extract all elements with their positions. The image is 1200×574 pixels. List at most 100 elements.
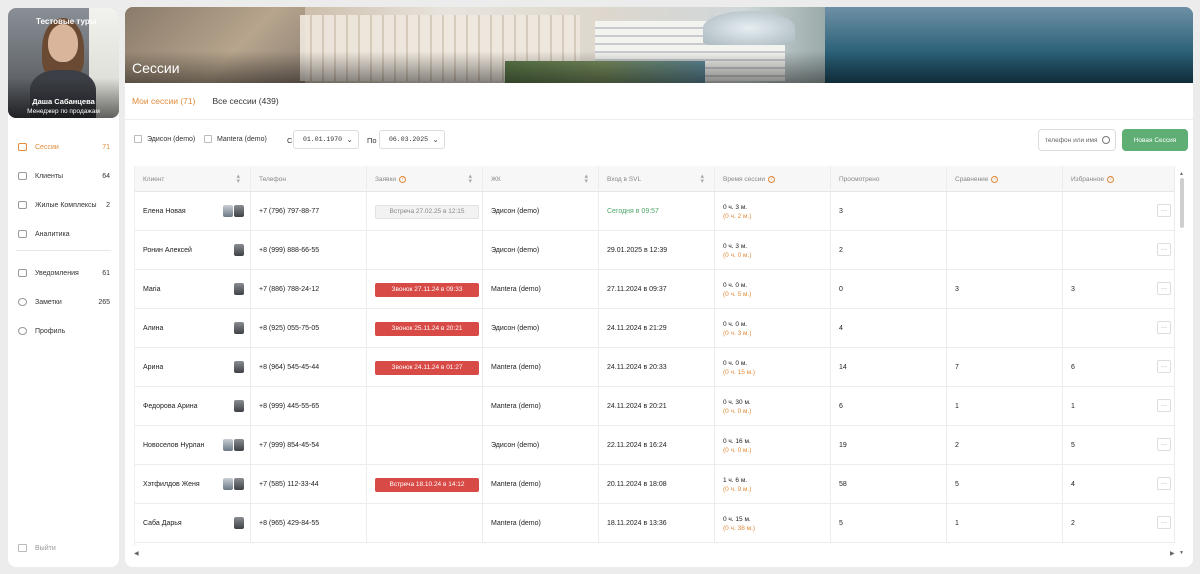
column-header[interactable]: Клиент ▴ ▾ (135, 166, 251, 192)
new-session-button[interactable]: Новая Сессия (1122, 129, 1188, 151)
filter-mantera-checkbox[interactable]: Mantera (demo) (204, 135, 267, 143)
viewed-value: 14 (839, 364, 847, 371)
horizontal-scrollbar[interactable]: ◀ ▶ (134, 550, 1176, 558)
avatar (234, 361, 244, 373)
sort-icon[interactable]: ▴ ▾ (700, 173, 704, 185)
client-cell: Алина (135, 309, 251, 348)
session-time-extra: (0 ч. 3 м.) (723, 329, 752, 337)
row-more-button[interactable]: ··· (1157, 516, 1171, 529)
column-header[interactable]: Время сессии? (715, 166, 831, 192)
user-name: Даша Сабанцева (32, 97, 95, 106)
request-badge[interactable]: Встреча 27.02.25 в 12:15 (375, 204, 479, 219)
column-header[interactable]: ЖК ▴ ▾ (483, 166, 599, 192)
table-row[interactable]: Алина +8 (925) 055-75-05 Звонок 25.11.24 в… (135, 309, 1175, 348)
phone-cell: +7 (886) 788-24-12 (251, 270, 367, 309)
session-time: 0 ч. 16 м. (723, 437, 751, 445)
table-row[interactable]: Ронин Алексей +8 (999) 888-66-55 Эдисон (d… (135, 231, 1175, 270)
complex-value: Mantera (demo) (491, 481, 541, 488)
search-input[interactable]: телефон или имя (1038, 129, 1116, 151)
request-badge[interactable]: Звонок 24.11.24 в 01:27 (375, 360, 479, 375)
compare-value: 7 (955, 364, 959, 371)
favorites-value: 1 (1071, 403, 1075, 410)
row-more-button[interactable]: ··· (1157, 477, 1171, 490)
row-more-button[interactable]: ··· (1157, 438, 1171, 451)
table-row[interactable]: Хэтфилдов Женя +7 (585) 112-33-44 Встреча … (135, 465, 1175, 504)
profile-card[interactable]: Тестовые туры Даша Сабанцева Менеджер по… (8, 8, 119, 118)
column-header[interactable]: Заявки? ▴ ▾ (367, 166, 483, 192)
table-row[interactable]: Елена Новая +7 (796) 797-88-77 Встреча 27.… (135, 192, 1175, 231)
sidebar-item-5[interactable]: Заметки 265 (18, 295, 110, 309)
table-row[interactable]: Новоселов Нурлан +7 (999) 854-45-54 Эдисон… (135, 426, 1175, 465)
table-row[interactable]: Саба Дарья +8 (965) 429-84-55 Mantera (dem… (135, 504, 1175, 543)
date-from-input[interactable]: 01.01.1970 ⌄ (293, 130, 359, 149)
sidebar-item-1[interactable]: Клиенты 64 (18, 169, 110, 183)
scroll-left-icon[interactable]: ◀ (134, 550, 139, 557)
complex-cell: Эдисон (demo) (483, 192, 599, 231)
column-header[interactable]: Вход в SVL ▴ ▾ (599, 166, 715, 192)
sidebar-item-3[interactable]: Аналитика (18, 227, 110, 241)
filter-edison-checkbox[interactable]: Эдисон (demo) (134, 135, 195, 143)
client-cell: Новоселов Нурлан (135, 426, 251, 465)
column-header[interactable]: Телефон (251, 166, 367, 192)
table-header: Клиент ▴ ▾ Телефон Заявки? ▴ ▾ ЖК ▴ ▾ Вход в SVL ▴ ▾… (135, 166, 1175, 192)
vertical-scrollbar[interactable]: ▲ ▼ (1179, 171, 1185, 556)
info-icon[interactable]: ? (1106, 175, 1114, 183)
complex-cell: Mantera (demo) (483, 465, 599, 504)
avatar (234, 517, 244, 529)
page-title: Сессии (132, 60, 180, 76)
sort-icon[interactable]: ▴ ▾ (468, 173, 472, 185)
avatar (234, 322, 244, 334)
session-time-cell: 0 ч. 0 м. (0 ч. 15 м.) (715, 348, 831, 387)
phone-value: +7 (796) 797-88-77 (259, 208, 320, 215)
request-badge[interactable]: Звонок 27.11.24 в 09:33 (375, 282, 479, 297)
sidebar-item-6[interactable]: Профиль (18, 324, 110, 338)
session-time-cell: 0 ч. 15 м. (0 ч. 38 м.) (715, 504, 831, 543)
plus-circle-icon (18, 298, 27, 306)
row-more-button[interactable]: ··· (1157, 360, 1171, 373)
enter-cell: 20.11.2024 в 18:08 (599, 465, 715, 504)
table-row[interactable]: Maria +7 (886) 788-24-12 Звонок 27.11.24 в… (135, 270, 1175, 309)
column-header[interactable]: Просмотрено (831, 166, 947, 192)
row-more-button[interactable]: ··· (1157, 399, 1171, 412)
session-time-cell: 0 ч. 30 м. (0 ч. 0 м.) (715, 387, 831, 426)
date-to-input[interactable]: 06.03.2025 ⌄ (379, 130, 445, 149)
row-more-button[interactable]: ··· (1157, 204, 1171, 217)
favorites-value: 2 (1071, 520, 1075, 527)
enter-value: 24.11.2024 в 21:29 (607, 325, 667, 332)
table-row[interactable]: Федорова Арина +8 (999) 445-55-65 Mantera … (135, 387, 1175, 426)
tab-all-sessions[interactable]: Все сессии (439) (212, 96, 278, 106)
favorites-value: 4 (1071, 481, 1075, 488)
sidebar-item-0[interactable]: Сессии 71 (18, 140, 110, 154)
row-more-button[interactable]: ··· (1157, 243, 1171, 256)
request-cell: Встреча 27.02.25 в 12:15 (367, 192, 483, 231)
session-time-cell: 0 ч. 0 м. (0 ч. 5 м.) (715, 270, 831, 309)
info-icon[interactable]: ? (768, 175, 775, 183)
request-cell: Звонок 27.11.24 в 09:33 (367, 270, 483, 309)
complex-value: Эдисон (demo) (491, 442, 540, 449)
sort-icon[interactable]: ▴ ▾ (236, 173, 240, 185)
request-badge[interactable]: Встреча 18.10.24 в 14:12 (375, 477, 479, 492)
enter-cell: 18.11.2024 в 13:36 (599, 504, 715, 543)
phone-value: +8 (999) 445-55-65 (259, 403, 320, 410)
sidebar-item-2[interactable]: Жилые Комплексы 2 (18, 198, 110, 212)
tab-my-sessions[interactable]: Мои сессии (71) (132, 96, 195, 106)
scroll-up-icon[interactable]: ▲ (1179, 171, 1184, 177)
compare-cell: 1 (947, 504, 1063, 543)
column-header[interactable]: Избранное? (1063, 166, 1175, 192)
row-more-button[interactable]: ··· (1157, 321, 1171, 334)
sidebar-item-4[interactable]: Уведомления 61 (18, 266, 110, 280)
scroll-down-icon[interactable]: ▼ (1179, 550, 1184, 556)
client-name: Алина (143, 325, 164, 332)
info-icon[interactable]: ? (991, 175, 999, 183)
row-more-button[interactable]: ··· (1157, 282, 1171, 295)
complex-value: Эдисон (demo) (491, 247, 540, 254)
sort-icon[interactable]: ▴ ▾ (584, 173, 588, 185)
logout-button[interactable]: Выйти (18, 544, 56, 552)
info-icon[interactable]: ? (399, 175, 406, 183)
request-badge[interactable]: Звонок 25.11.24 в 20:21 (375, 321, 479, 336)
column-header[interactable]: Сравнение? (947, 166, 1063, 192)
filters-bar: Эдисон (demo) Mantera (demo) С 01.01.197… (134, 129, 1188, 151)
compare-value: 1 (955, 403, 959, 410)
scroll-right-icon[interactable]: ▶ (1170, 550, 1175, 557)
table-row[interactable]: Арина +8 (964) 545-45-44 Звонок 24.11.24 в… (135, 348, 1175, 387)
